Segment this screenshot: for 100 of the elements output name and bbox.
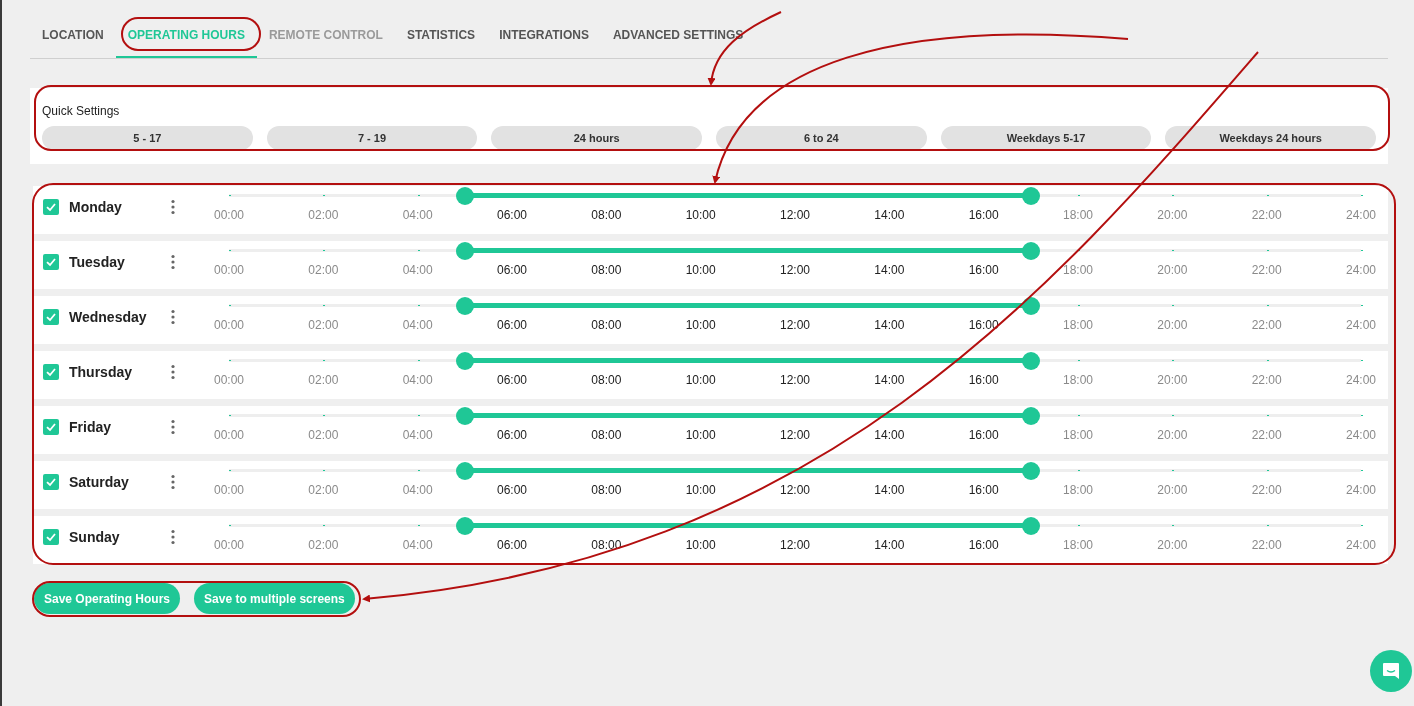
slider-track[interactable] — [229, 242, 1361, 260]
checkbox[interactable] — [43, 419, 59, 435]
time-label: 06:00 — [497, 427, 527, 444]
slider-track[interactable] — [229, 187, 1361, 205]
time-label: 24:00 — [1346, 207, 1376, 224]
time-label: 14:00 — [874, 262, 905, 279]
time-label: 04:00 — [402, 537, 433, 554]
slider-track[interactable] — [229, 517, 1361, 535]
time-label: 08:00 — [591, 372, 622, 389]
preset-button[interactable]: Weekdays 24 hours — [1165, 126, 1376, 150]
time-label: 24:00 — [1346, 427, 1376, 444]
slider-thumb[interactable] — [455, 242, 474, 260]
time-label: 04:00 — [402, 372, 433, 389]
time-label: 06:00 — [497, 372, 527, 389]
slider-thumb[interactable] — [1021, 517, 1040, 535]
time-label: 08:00 — [591, 482, 622, 499]
time-label: 14:00 — [874, 372, 905, 389]
checkbox[interactable] — [43, 364, 59, 380]
section-title: Quick Settings — [42, 103, 121, 120]
time-label: 18:00 — [1063, 427, 1093, 444]
time-label: 20:00 — [1157, 427, 1188, 444]
preset-button[interactable]: 7 - 19 — [266, 126, 478, 150]
time-label: 20:00 — [1157, 262, 1188, 279]
time-label: 04:00 — [402, 482, 433, 499]
slider-thumb[interactable] — [455, 297, 474, 315]
day-name: Wednesday — [69, 308, 148, 327]
slider-thumb[interactable] — [1021, 242, 1040, 260]
time-label: 16:00 — [968, 317, 999, 334]
time-label: 24:00 — [1346, 317, 1376, 334]
slider-track[interactable] — [229, 297, 1361, 315]
time-label: 20:00 — [1157, 207, 1188, 224]
checkbox[interactable] — [43, 199, 59, 215]
time-label: 06:00 — [497, 317, 527, 334]
checkbox[interactable] — [43, 254, 59, 270]
preset-button[interactable]: Weekdays 5-17 — [940, 126, 1152, 150]
time-label: 10:00 — [685, 262, 716, 279]
slider-thumb[interactable] — [455, 407, 474, 425]
time-label: 00:00 — [214, 482, 244, 499]
time-label: 10:00 — [685, 317, 716, 334]
time-label: 00:00 — [214, 317, 244, 334]
slider-thumb[interactable] — [1021, 407, 1040, 425]
slider-thumb[interactable] — [1021, 462, 1040, 480]
time-label: 14:00 — [874, 317, 905, 334]
time-label: 22:00 — [1251, 537, 1282, 554]
time-label: 18:00 — [1063, 317, 1093, 334]
preset-button[interactable]: 6 to 24 — [716, 126, 927, 150]
checkbox[interactable] — [43, 474, 59, 490]
time-label: 12:00 — [780, 207, 810, 224]
time-label: 10:00 — [685, 207, 716, 224]
slider-thumb[interactable] — [1021, 187, 1040, 205]
time-label: 00:00 — [214, 207, 244, 224]
time-label: 24:00 — [1346, 482, 1376, 499]
time-label: 12:00 — [780, 427, 810, 444]
chat-button[interactable] — [1370, 650, 1412, 692]
time-label: 12:00 — [780, 317, 810, 334]
preset-button[interactable]: 24 hours — [491, 126, 702, 150]
time-label: 12:00 — [780, 262, 810, 279]
time-label: 18:00 — [1063, 262, 1093, 279]
time-label: 14:00 — [874, 427, 905, 444]
time-label: 20:00 — [1157, 372, 1188, 389]
time-label: 08:00 — [591, 207, 622, 224]
slider-thumb[interactable] — [455, 462, 474, 480]
time-label: 12:00 — [780, 537, 810, 554]
slider-thumb[interactable] — [1021, 297, 1040, 315]
time-label: 18:00 — [1063, 537, 1093, 554]
time-label: 16:00 — [968, 262, 999, 279]
time-label: 18:00 — [1063, 207, 1093, 224]
time-label: 10:00 — [685, 537, 716, 554]
time-label: 02:00 — [308, 427, 339, 444]
day-name: Tuesday — [69, 253, 126, 272]
time-label: 00:00 — [214, 537, 244, 554]
day-name: Thursday — [69, 363, 133, 382]
preset-button[interactable]: 5 - 17 — [42, 126, 253, 150]
time-label: 16:00 — [968, 427, 999, 444]
time-label: 22:00 — [1251, 372, 1282, 389]
slider-thumb[interactable] — [455, 352, 474, 370]
tab[interactable]: STATISTICS — [394, 20, 488, 58]
time-label: 16:00 — [968, 372, 999, 389]
time-label: 04:00 — [402, 207, 433, 224]
time-label: 02:00 — [308, 262, 339, 279]
slider-track[interactable] — [229, 407, 1361, 425]
slider-track[interactable] — [229, 462, 1361, 480]
slider-thumb[interactable] — [455, 187, 474, 205]
tab[interactable]: INTEGRATIONS — [487, 20, 601, 58]
slider-track[interactable] — [229, 352, 1361, 370]
slider-thumb[interactable] — [455, 517, 474, 535]
tab[interactable]: LOCATION — [30, 20, 116, 58]
checkbox[interactable] — [43, 309, 59, 325]
time-label: 06:00 — [497, 207, 527, 224]
time-label: 00:00 — [214, 427, 244, 444]
slider-thumb[interactable] — [1021, 352, 1040, 370]
time-label: 18:00 — [1063, 482, 1093, 499]
time-label: 16:00 — [968, 537, 999, 554]
time-label: 04:00 — [402, 427, 433, 444]
time-label: 02:00 — [308, 207, 339, 224]
time-label: 22:00 — [1251, 207, 1282, 224]
time-label: 20:00 — [1157, 317, 1188, 334]
checkbox[interactable] — [43, 529, 59, 545]
time-label: 20:00 — [1157, 482, 1188, 499]
time-label: 24:00 — [1346, 262, 1376, 279]
